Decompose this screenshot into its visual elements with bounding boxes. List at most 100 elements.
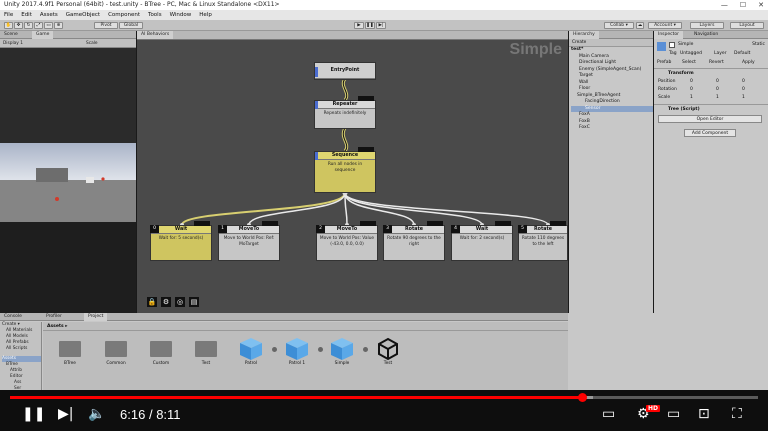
node-rotate-3[interactable]: 3 Rotate Rotate 90 degrees to the right	[383, 221, 445, 261]
hand-tool-icon[interactable]: ✋	[4, 22, 13, 29]
node-wait-0[interactable]: 0 Wait Wait for: 5 second(s)	[150, 221, 212, 261]
cloud-icon[interactable]: ☁	[636, 22, 644, 29]
prefab-apply-button[interactable]: Apply	[742, 60, 755, 65]
menu-window[interactable]: Window	[170, 10, 192, 20]
layout-dropdown[interactable]: Layout	[730, 22, 764, 29]
open-editor-button[interactable]: Open Editor	[658, 115, 762, 123]
node-toolbar-icon[interactable]	[550, 221, 566, 226]
volume-icon[interactable]: 🔈	[88, 404, 105, 424]
node-moveto-2[interactable]: 2 MoveTo Move to World Pos: Value (-43.0…	[316, 221, 378, 261]
settings-icon[interactable]: ⚙	[161, 297, 171, 307]
assets-breadcrumb[interactable]: Assets ▸	[43, 322, 568, 331]
unity-scene-icon[interactable]	[376, 337, 400, 361]
active-checkbox[interactable]	[669, 42, 675, 48]
node-toolbar-icon[interactable]	[358, 96, 374, 101]
node-sequence[interactable]: Sequence Run all nodes in sequence	[314, 147, 376, 193]
node-wait-4[interactable]: 4 Wait Wait for: 2 second(s)	[451, 221, 513, 261]
game-viewport[interactable]	[0, 48, 136, 222]
menu-file[interactable]: File	[4, 10, 13, 20]
tab-scene[interactable]: Scene	[0, 31, 22, 39]
tag-select[interactable]: Untagged	[680, 51, 702, 56]
rotate-tool-icon[interactable]: ↻	[24, 22, 33, 29]
node-toolbar-icon[interactable]	[262, 221, 278, 226]
play-icon[interactable]: ▶	[354, 22, 364, 29]
rotation-z[interactable]: 0	[742, 87, 745, 92]
rotation-x[interactable]: 0	[690, 87, 693, 92]
prefab-revert-button[interactable]: Revert	[709, 60, 724, 65]
progress-bar[interactable]	[10, 396, 583, 399]
account-dropdown[interactable]: Account ▾	[648, 22, 682, 29]
expand-prefab-icon[interactable]	[363, 347, 368, 352]
menu-help[interactable]: Help	[199, 10, 212, 20]
object-name[interactable]: Simple	[678, 42, 693, 47]
folder-icon[interactable]	[59, 341, 81, 357]
position-y[interactable]: 0	[716, 79, 719, 84]
expand-prefab-icon[interactable]	[272, 347, 277, 352]
pause-icon[interactable]: ❚❚	[22, 404, 45, 424]
rotation-y[interactable]: 0	[716, 87, 719, 92]
scale-y[interactable]: 1	[716, 95, 719, 100]
lock-icon[interactable]: 🔒	[147, 297, 157, 307]
cast-icon[interactable]: ⊡	[698, 404, 710, 424]
node-repeater[interactable]: Repeater Repeats indefinitely	[314, 96, 376, 129]
hierarchy-item[interactable]: FoxC	[571, 125, 653, 132]
folder-icon[interactable]	[105, 341, 127, 357]
maximize-button[interactable]: ☐	[740, 0, 746, 10]
miniplayer-icon[interactable]: ▭	[667, 404, 680, 424]
prefab-select-button[interactable]: Select	[682, 60, 696, 65]
comment-icon[interactable]: ▤	[189, 297, 199, 307]
node-entrypoint[interactable]: EntryPoint	[314, 62, 376, 80]
menu-assets[interactable]: Assets	[40, 10, 58, 20]
menu-gameobject[interactable]: GameObject	[66, 10, 100, 20]
scale-tool-icon[interactable]: ⤢	[34, 22, 43, 29]
tab-hierarchy[interactable]: Hierarchy	[569, 31, 599, 39]
pause-icon[interactable]: ❚❚	[365, 22, 375, 29]
collab-dropdown[interactable]: Collab ▾	[604, 22, 634, 29]
display-select[interactable]: Display 1	[3, 41, 23, 46]
target-icon[interactable]: ◎	[175, 297, 185, 307]
layer-select[interactable]: Default	[734, 51, 750, 56]
node-toolbar-icon[interactable]	[360, 221, 376, 226]
prefab-cube-icon[interactable]	[285, 337, 309, 361]
scale-z[interactable]: 1	[742, 95, 745, 100]
scale-x[interactable]: 1	[690, 95, 693, 100]
node-rotate-5[interactable]: 5 Rotate Rotate 110 degrees to the left	[518, 221, 568, 261]
tab-game[interactable]: Game	[32, 31, 54, 39]
transform-tool-icon[interactable]: ⊕	[54, 22, 63, 29]
static-toggle[interactable]: Static	[752, 42, 765, 47]
menu-tools[interactable]: Tools	[148, 10, 162, 20]
behavior-graph-panel[interactable]: AI Behaviors Simple EntryPoint Repeater …	[137, 31, 568, 313]
move-tool-icon[interactable]: ✥	[14, 22, 23, 29]
position-x[interactable]: 0	[690, 79, 693, 84]
next-icon[interactable]: ▶|	[58, 404, 73, 424]
tab-project[interactable]: Project	[84, 313, 108, 321]
pivot-toggle[interactable]: Pivot	[94, 22, 118, 29]
tab-inspector[interactable]: Inspector	[654, 31, 683, 39]
step-icon[interactable]: ▶|	[376, 22, 386, 29]
layers-dropdown[interactable]: Layers	[690, 22, 724, 29]
hierarchy-create[interactable]: Create	[569, 39, 653, 47]
folder-icon[interactable]	[195, 341, 217, 357]
position-z[interactable]: 0	[742, 79, 745, 84]
expand-prefab-icon[interactable]	[318, 347, 323, 352]
menu-component[interactable]: Component	[108, 10, 140, 20]
menu-edit[interactable]: Edit	[21, 10, 32, 20]
fullscreen-icon[interactable]: ⛶	[732, 404, 742, 424]
global-toggle[interactable]: Global	[119, 22, 143, 29]
node-toolbar-icon[interactable]	[194, 221, 210, 226]
prefab-cube-icon[interactable]	[239, 337, 263, 361]
subtitles-icon[interactable]: ▭	[602, 404, 615, 424]
node-toolbar-icon[interactable]	[358, 147, 374, 152]
close-button[interactable]: ✕	[758, 0, 764, 10]
add-component-button[interactable]: Add Component	[684, 129, 736, 137]
prefab-cube-icon[interactable]	[330, 337, 354, 361]
node-toolbar-icon[interactable]	[427, 221, 443, 226]
folder-icon[interactable]	[150, 341, 172, 357]
tab-navigation[interactable]: Navigation	[690, 31, 722, 39]
rect-tool-icon[interactable]: ▭	[44, 22, 53, 29]
node-moveto-1[interactable]: 1 MoveTo Move to World Pos: Ref: MoTarge…	[218, 221, 280, 261]
tab-profiler[interactable]: Profiler	[42, 313, 66, 321]
minimize-button[interactable]: —	[721, 0, 728, 10]
tab-console[interactable]: Console	[0, 313, 26, 321]
node-toolbar-icon[interactable]	[495, 221, 511, 226]
